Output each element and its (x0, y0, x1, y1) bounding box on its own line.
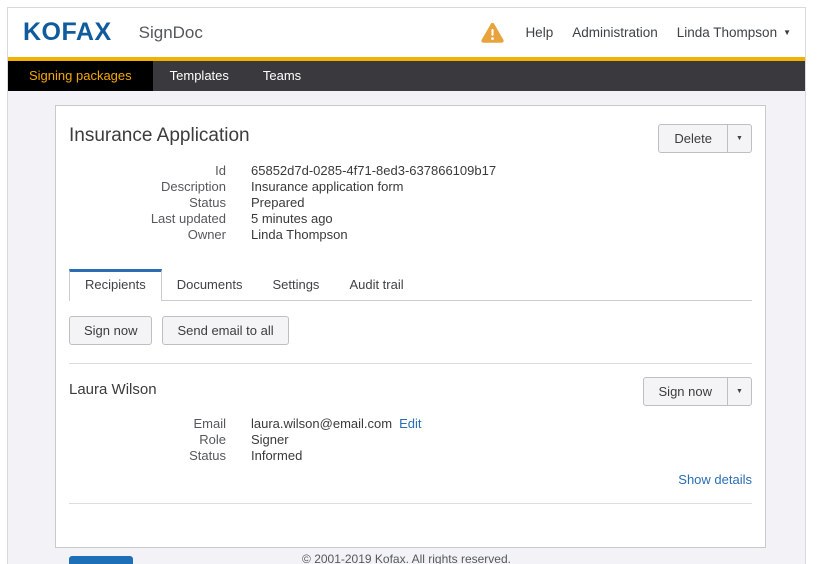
edit-email-link[interactable]: Edit (399, 416, 421, 432)
package-details: Id 65852d7d-0285-4f71-8ed3-637866109b17 … (69, 163, 752, 243)
detail-label: Status (69, 195, 226, 211)
tab-audit-trail[interactable]: Audit trail (334, 270, 418, 300)
detail-row-email: Email laura.wilson@email.com Edit (69, 416, 752, 432)
page-title: Insurance Application (69, 125, 250, 147)
signing-package-card: Insurance Application Delete ▼ Id 65852d… (55, 105, 766, 548)
detail-value: Informed (251, 448, 302, 464)
help-link[interactable]: Help (525, 25, 553, 40)
content-area: Insurance Application Delete ▼ Id 65852d… (8, 91, 805, 564)
detail-value: 65852d7d-0285-4f71-8ed3-637866109b17 (251, 163, 496, 179)
detail-value: Insurance application form (251, 179, 403, 195)
kofax-logo: KOFAX (23, 20, 112, 45)
main-nav: Signing packages Templates Teams (8, 61, 805, 91)
recipient-header: Laura Wilson Sign now ▼ (69, 373, 752, 406)
chevron-down-icon: ▼ (783, 29, 791, 37)
nav-item-templates[interactable]: Templates (153, 61, 246, 91)
product-name: SignDoc (139, 23, 203, 43)
detail-label: Description (69, 179, 226, 195)
detail-value: 5 minutes ago (251, 211, 333, 227)
tab-documents[interactable]: Documents (162, 270, 258, 300)
detail-row-id: Id 65852d7d-0285-4f71-8ed3-637866109b17 (69, 163, 752, 179)
detail-row-status: Status Prepared (69, 195, 752, 211)
warning-icon[interactable] (481, 22, 504, 43)
detail-value: Prepared (251, 195, 304, 211)
tab-recipients[interactable]: Recipients (69, 269, 162, 301)
detail-row-description: Description Insurance application form (69, 179, 752, 195)
detail-label: Last updated (69, 211, 226, 227)
recipient-details: Email laura.wilson@email.com Edit Role S… (69, 416, 752, 464)
header-right: Help Administration Linda Thompson ▼ (481, 22, 791, 43)
recipient-sign-now-split-button: Sign now ▼ (643, 377, 752, 406)
chevron-down-icon: ▼ (736, 135, 743, 142)
detail-value: Linda Thompson (251, 227, 348, 243)
recipient-sign-now-button[interactable]: Sign now (644, 378, 727, 405)
divider (69, 363, 752, 364)
user-menu[interactable]: Linda Thompson ▼ (677, 25, 791, 40)
nav-item-teams[interactable]: Teams (246, 61, 318, 91)
detail-row-role: Role Signer (69, 432, 752, 448)
sign-now-all-button[interactable]: Sign now (69, 316, 152, 345)
detail-row-owner: Owner Linda Thompson (69, 227, 752, 243)
detail-value: Signer (251, 432, 289, 448)
send-email-to-all-button[interactable]: Send email to all (162, 316, 288, 345)
show-details-link[interactable]: Show details (678, 472, 752, 487)
tab-settings[interactable]: Settings (257, 270, 334, 300)
detail-row-last-updated: Last updated 5 minutes ago (69, 211, 752, 227)
detail-row-recipient-status: Status Informed (69, 448, 752, 464)
user-name: Linda Thompson (677, 25, 777, 40)
tab-bar: Recipients Documents Settings Audit trai… (69, 269, 752, 301)
detail-label: Role (69, 432, 226, 448)
chevron-down-icon: ▼ (736, 388, 743, 395)
administration-link[interactable]: Administration (572, 25, 658, 40)
app-window: KOFAX SignDoc Help Administration Linda … (7, 7, 806, 564)
delete-button[interactable]: Delete (659, 125, 727, 152)
copyright-text: © 2001-2019 Kofax. All rights reserved. (8, 552, 805, 564)
detail-label: Id (69, 163, 226, 179)
divider (69, 503, 752, 504)
recipient-name: Laura Wilson (69, 381, 157, 398)
delete-dropdown-toggle[interactable]: ▼ (727, 125, 751, 152)
recipient-actions: Sign now Send email to all (69, 316, 752, 345)
recipient-sign-now-dropdown-toggle[interactable]: ▼ (727, 378, 751, 405)
nav-item-signing-packages[interactable]: Signing packages (8, 61, 153, 91)
card-header: Insurance Application Delete ▼ (69, 106, 752, 153)
detail-label: Email (69, 416, 226, 432)
app-header: KOFAX SignDoc Help Administration Linda … (8, 8, 805, 57)
show-details-row: Show details (69, 471, 752, 489)
detail-value: laura.wilson@email.com (251, 416, 392, 432)
detail-label: Status (69, 448, 226, 464)
detail-label: Owner (69, 227, 226, 243)
delete-split-button: Delete ▼ (658, 124, 752, 153)
